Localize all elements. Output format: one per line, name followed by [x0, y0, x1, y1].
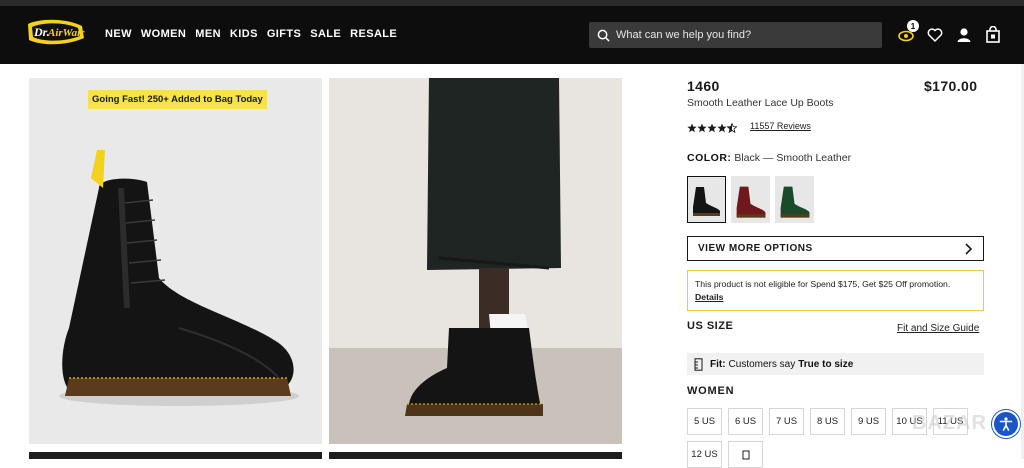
worn-boot-image [329, 78, 622, 444]
product-title: 1460 [687, 78, 720, 94]
rating-stars [687, 123, 737, 133]
watermark: BAZAR [912, 412, 987, 434]
women-size-label: WOMEN [687, 385, 735, 397]
red-boot-thumb [736, 186, 766, 218]
half-star-icon [727, 123, 737, 133]
accessibility-button[interactable] [992, 410, 1020, 438]
swatch-black[interactable] [687, 176, 726, 223]
black-boot-thumb [693, 187, 720, 216]
chevron-right-icon [965, 242, 973, 255]
size-7[interactable]: 7 US [769, 408, 804, 435]
view-more-options-label: VIEW MORE OPTIONS [698, 243, 813, 254]
promo-details-link[interactable]: Details [695, 291, 976, 304]
search-bar[interactable] [589, 22, 882, 48]
nav-kids[interactable]: KIDS [230, 28, 258, 40]
product-image-3[interactable] [29, 452, 322, 459]
bag-icon[interactable] [984, 25, 1002, 44]
fit-size-guide-link[interactable]: Fit and Size Guide [897, 323, 979, 334]
star-icon [717, 123, 727, 133]
search-input[interactable] [616, 29, 866, 41]
dr-martens-logo[interactable]: Dr. AirWair [26, 16, 86, 50]
header-icons: 1 [897, 20, 1002, 44]
size-6[interactable]: 6 US [728, 408, 763, 435]
swatch-green[interactable] [775, 176, 814, 223]
product-price: $170.00 [924, 78, 978, 94]
size-5[interactable]: 5 US [687, 408, 722, 435]
ruler-icon [694, 357, 703, 371]
size-9[interactable]: 9 US [851, 408, 886, 435]
promo-text: This product is not eligible for Spend $… [695, 279, 951, 289]
size-more[interactable] [728, 441, 763, 468]
fit-text: Customers say [728, 358, 796, 370]
loyalty-badge: 1 [907, 20, 919, 32]
search-icon [597, 29, 610, 42]
nav-resale[interactable]: RESALE [350, 28, 397, 40]
heart-icon[interactable] [926, 26, 944, 44]
product-image-4[interactable] [329, 452, 622, 459]
fit-info: Fit: Customers say True to size [687, 353, 984, 375]
nav-new[interactable]: NEW [105, 28, 132, 40]
promo-notice: This product is not eligible for Spend $… [687, 270, 984, 311]
star-icon [697, 123, 707, 133]
view-more-options-button[interactable]: VIEW MORE OPTIONS [687, 236, 984, 261]
svg-text:AirWair: AirWair [47, 27, 85, 39]
nav-men[interactable]: MEN [195, 28, 221, 40]
main-nav: NEW WOMEN MEN KIDS GIFTS SALE RESALE [105, 28, 397, 40]
size-12[interactable]: 12 US [687, 441, 722, 468]
reviews-link[interactable]: 11557 Reviews [750, 121, 811, 131]
color-selection: COLOR: Black — Smooth Leather [687, 152, 851, 164]
star-icon [707, 123, 717, 133]
size-more-icon [742, 450, 749, 459]
fit-value: True to size [798, 358, 854, 370]
site-header: Dr. AirWair NEW WOMEN MEN KIDS GIFTS SAL… [0, 6, 1024, 64]
nav-women[interactable]: WOMEN [141, 28, 186, 40]
swatch-cherry-red[interactable] [731, 176, 770, 223]
star-icon [687, 123, 697, 133]
going-fast-badge: Going Fast! 250+ Added to Bag Today [88, 90, 267, 109]
size-8[interactable]: 8 US [810, 408, 845, 435]
green-boot-thumb [780, 186, 810, 218]
product-subtitle: Smooth Leather Lace Up Boots [687, 97, 834, 109]
product-image-2[interactable] [329, 78, 622, 444]
color-label: COLOR: [687, 152, 732, 164]
nav-sale[interactable]: SALE [310, 28, 341, 40]
nav-gifts[interactable]: GIFTS [267, 28, 301, 40]
color-value: Black — Smooth Leather [734, 152, 852, 164]
product-image-1[interactable] [29, 78, 322, 444]
boot-image [29, 78, 322, 444]
loyalty-icon[interactable]: 1 [897, 20, 919, 44]
accessibility-icon [999, 417, 1013, 431]
us-size-label: US SIZE [687, 320, 734, 332]
fit-label: Fit: [710, 358, 726, 370]
account-icon[interactable] [955, 26, 973, 44]
